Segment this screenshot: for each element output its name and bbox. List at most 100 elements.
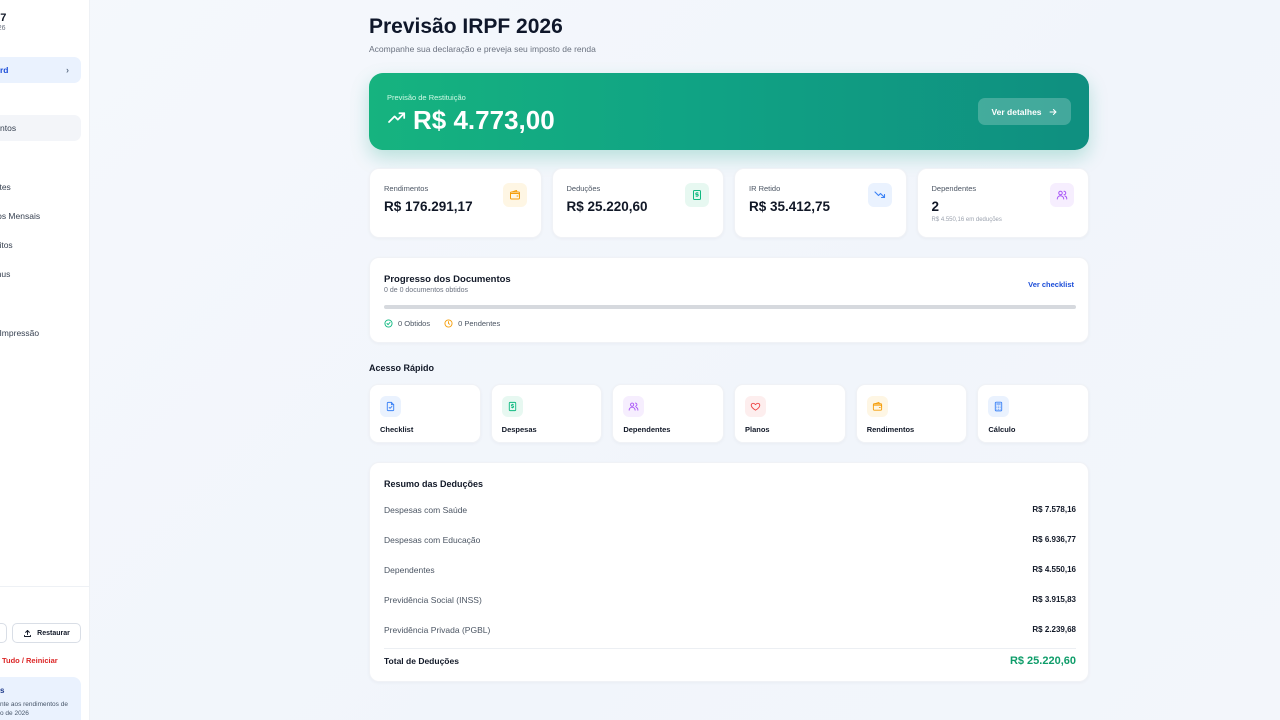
quick-access-label: Despesas xyxy=(501,425,537,434)
stat-value: 2 xyxy=(931,199,940,214)
quick-access-label: Checklist xyxy=(380,425,414,434)
stat-card-dependentes: Dependentes 2 R$ 4.550,16 em deduções xyxy=(916,168,1089,238)
sidebar-item-label: entes xyxy=(0,182,11,192)
check-circle-icon xyxy=(384,319,393,328)
pending-label: 0 Pendentes xyxy=(458,319,501,328)
view-details-label: Ver detalhes xyxy=(991,106,1042,117)
summary-row: Dependentes R$ 4.550,16 xyxy=(384,565,1076,575)
sidebar-item-dividas-onus[interactable]: Ônus xyxy=(0,269,10,279)
clock-icon xyxy=(444,319,453,328)
quick-access-row: Checklist Despesas Dependentes Planos Re… xyxy=(369,384,1090,443)
quick-access-label: Cálculo xyxy=(988,425,1016,434)
sidebar-app-subtitle: 2026 xyxy=(0,25,6,32)
sidebar-item-documentos[interactable]: ntos xyxy=(0,115,81,141)
sidebar-info-text: nte aos rendimentos de o de 2026 xyxy=(0,701,68,717)
summary-row-label: Previdência Privada (PGBL) xyxy=(384,625,491,635)
stat-value: R$ 176.291,17 xyxy=(384,199,473,214)
chevron-right-icon: › xyxy=(66,65,69,75)
sidebar-item-dependentes[interactable]: entes xyxy=(0,182,11,192)
wallet-icon xyxy=(866,396,888,417)
stat-card-ir-retido: IR Retido R$ 35.412,75 xyxy=(734,168,907,238)
progress-title: Progresso dos Documentos xyxy=(384,274,511,285)
heart-icon xyxy=(745,396,767,417)
stats-row: Rendimentos R$ 176.291,17 Deduções R$ 25… xyxy=(369,168,1089,238)
refund-forecast-label: Previsão de Restituição xyxy=(387,93,466,102)
receipt-icon xyxy=(685,183,709,207)
summary-row-label: Dependentes xyxy=(384,565,435,575)
sidebar-divider xyxy=(0,586,89,587)
quick-access-despesas[interactable]: Despesas xyxy=(490,384,603,443)
sidebar-item-dashboard[interactable]: rd › xyxy=(0,57,81,83)
summary-row-value: R$ 6.936,77 xyxy=(1032,535,1076,544)
sidebar-item-label: p/ Impressão xyxy=(0,328,40,338)
summary-total-value: R$ 25.220,60 xyxy=(1009,655,1076,667)
sidebar-item-bens-direitos[interactable]: ireitos xyxy=(0,240,13,250)
stat-label: Rendimentos xyxy=(384,184,429,193)
sidebar-item-rendimentos-mensais[interactable]: ntos Mensais xyxy=(0,211,40,221)
view-details-button[interactable]: Ver detalhes xyxy=(978,98,1071,125)
calculator-icon xyxy=(988,396,1010,417)
documents-progress-card: Progresso dos Documentos 0 de 0 document… xyxy=(369,257,1089,343)
quick-access-label: Planos xyxy=(745,425,770,434)
quick-access-label: Dependentes xyxy=(623,425,671,434)
quick-access-rendimentos[interactable]: Rendimentos xyxy=(855,384,968,443)
restore-button[interactable]: Restaurar xyxy=(12,623,81,643)
stat-note: R$ 4.550,16 em deduções xyxy=(931,217,1002,223)
reset-all-button[interactable]: Tudo / Reiniciar xyxy=(2,656,58,665)
sidebar-item-label: ntos xyxy=(0,123,17,133)
summary-total-label: Total de Deduções xyxy=(384,656,459,666)
sidebar: 027 2026 rd › ntos s entes ntos Mensais … xyxy=(0,0,90,720)
arrow-right-icon xyxy=(1049,108,1056,115)
quick-access-dependentes[interactable]: Dependentes xyxy=(612,384,725,443)
upload-icon xyxy=(24,629,32,637)
trending-down-icon xyxy=(867,183,892,207)
stat-card-rendimentos: Rendimentos R$ 176.291,17 xyxy=(369,168,542,238)
quick-access-calculo[interactable]: Cálculo xyxy=(977,384,1090,443)
sidebar-item-label: Ônus xyxy=(0,269,11,279)
restore-button-label: Restaurar xyxy=(37,629,70,637)
stat-value: R$ 35.412,75 xyxy=(749,199,831,214)
quick-access-title: Acesso Rápido xyxy=(369,363,435,373)
refund-forecast-value: R$ 4.773,00 xyxy=(413,105,555,135)
quick-access-planos[interactable]: Planos xyxy=(734,384,846,443)
sidebar-item-label: ireitos xyxy=(0,240,13,250)
stat-label: Dependentes xyxy=(931,184,977,193)
summary-row-value: R$ 4.550,16 xyxy=(1032,565,1076,574)
backup-button[interactable] xyxy=(0,623,7,643)
summary-row-value: R$ 2.239,68 xyxy=(1032,625,1076,634)
summary-row-label: Previdência Social (INSS) xyxy=(384,595,482,605)
sidebar-app-year: 027 xyxy=(0,12,7,24)
trending-up-icon xyxy=(388,112,406,123)
pending-count: 0 Pendentes xyxy=(444,319,500,328)
summary-divider xyxy=(384,648,1076,649)
refund-forecast-card: Previsão de Restituição R$ 4.773,00 Ver … xyxy=(369,73,1089,150)
users-icon xyxy=(1050,183,1074,207)
progress-legend: 0 Obtidos 0 Pendentes xyxy=(384,319,500,328)
page-subtitle: Acompanhe sua declaração e preveja seu i… xyxy=(369,44,596,54)
sidebar-info-title: s xyxy=(0,686,5,695)
summary-row: Previdência Privada (PGBL) R$ 2.239,68 xyxy=(384,625,1076,635)
sidebar-item-impressao[interactable]: p/ Impressão xyxy=(0,328,39,338)
summary-row: Previdência Social (INSS) R$ 3.915,83 xyxy=(384,595,1076,605)
deductions-summary-card: Resumo das Deduções Despesas com Saúde R… xyxy=(369,462,1089,682)
quick-access-label: Rendimentos xyxy=(866,425,915,434)
stat-label: Deduções xyxy=(566,184,601,193)
summary-row: Despesas com Saúde R$ 7.578,16 xyxy=(384,505,1076,515)
page-title: Previsão IRPF 2026 xyxy=(369,15,563,38)
sidebar-item-label: ntos Mensais xyxy=(0,211,41,221)
stat-label: IR Retido xyxy=(749,184,781,193)
obtained-count: 0 Obtidos xyxy=(384,319,430,328)
summary-row-label: Despesas com Saúde xyxy=(384,505,468,515)
summary-row-value: R$ 7.578,16 xyxy=(1032,505,1076,514)
summary-row-label: Despesas com Educação xyxy=(384,535,481,545)
users-icon xyxy=(623,396,645,417)
obtained-label: 0 Obtidos xyxy=(398,319,431,328)
view-checklist-link[interactable]: Ver checklist xyxy=(1028,280,1074,289)
summary-title: Resumo das Deduções xyxy=(384,479,484,489)
sidebar-item-label: rd xyxy=(0,65,9,75)
quick-access-checklist[interactable]: Checklist xyxy=(369,384,481,443)
summary-row-value: R$ 3.915,83 xyxy=(1032,595,1076,604)
wallet-icon xyxy=(502,183,527,207)
receipt-icon xyxy=(501,396,523,417)
file-check-icon xyxy=(380,396,401,417)
